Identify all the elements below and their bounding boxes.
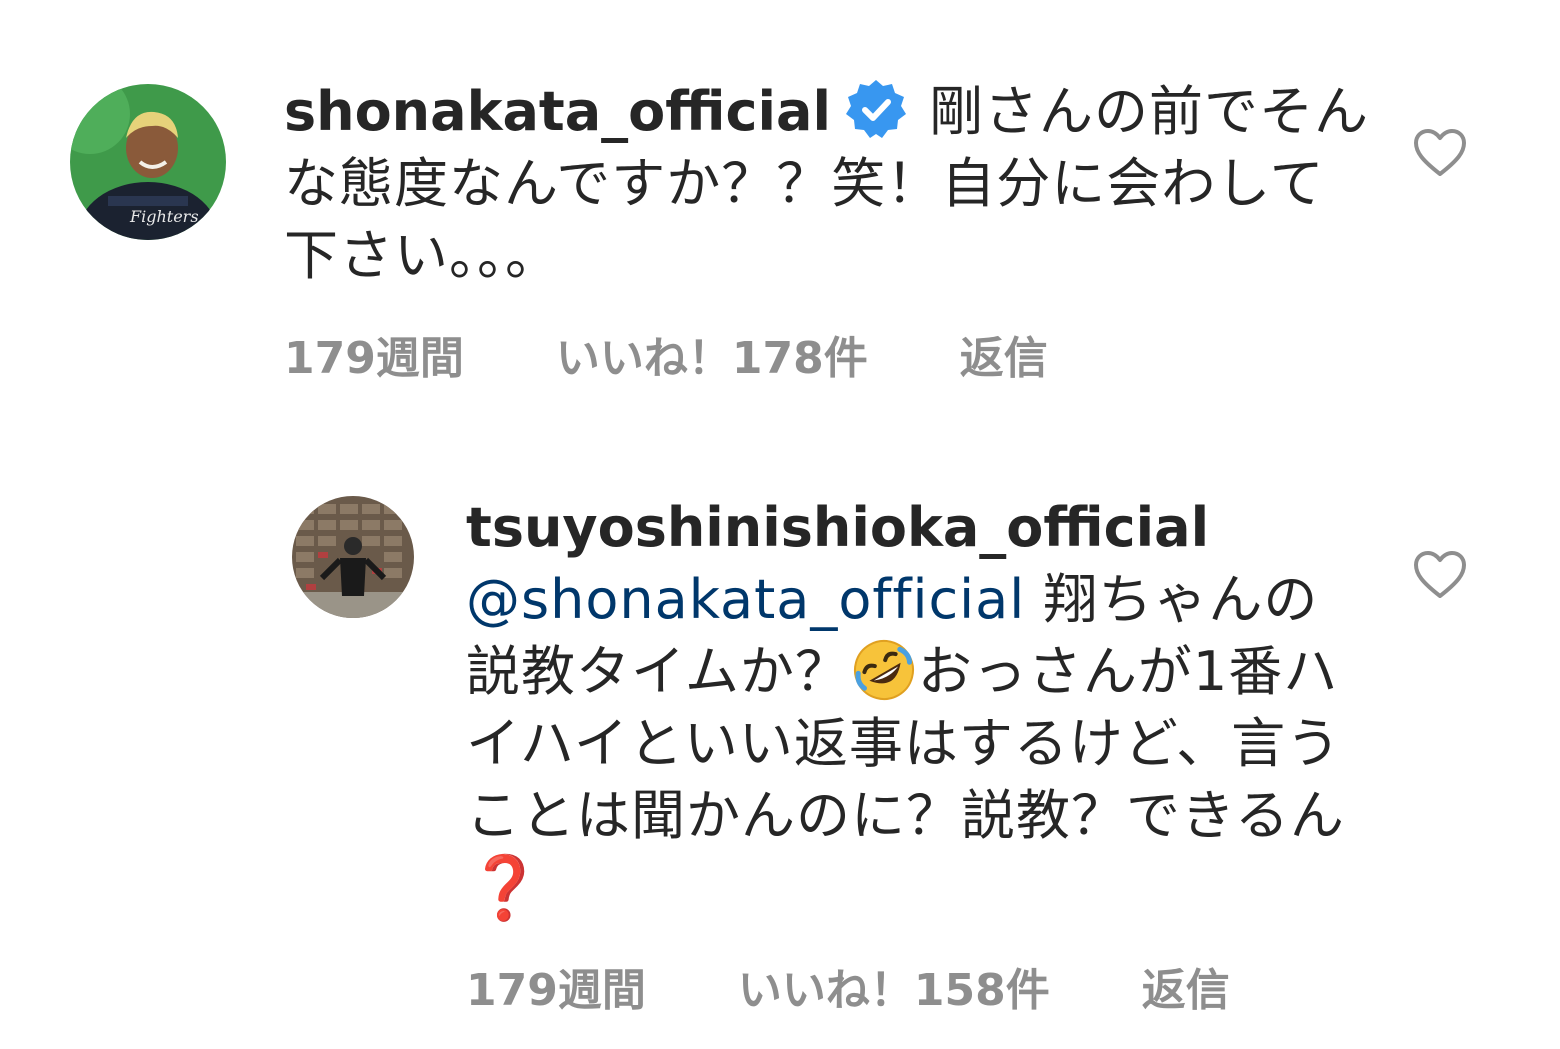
like-button[interactable] [1412,128,1468,178]
profile-photo-icon: Fighters [70,84,226,240]
comment-username[interactable]: shonakata_official [284,80,831,143]
avatar[interactable] [292,496,414,618]
comment-timestamp: 179週間 [284,333,464,384]
heart-outline-icon [1414,129,1466,176]
like-button[interactable] [1412,550,1468,600]
verified-badge-icon [845,80,906,138]
question-mark-emoji: ❓ [466,851,545,924]
rofl-emoji-icon [853,640,914,700]
reply-comment-item: tsuyoshinishioka_official @shonakata_off… [0,420,1560,1049]
comment-item: Fighters shonakata_official 剛さんの前でそんな態度な… [0,0,1560,420]
comment-text: shonakata_official 剛さんの前でそんな態度なんですか？？笑！自… [284,76,1374,292]
reply-button[interactable]: 返信 [960,322,1048,386]
comment-username[interactable]: tsuyoshinishioka_official [466,492,1366,564]
avatar[interactable]: Fighters [70,84,226,240]
profile-photo-icon [292,496,414,618]
comment-meta: 179週間 いいね！158件 返信 [466,954,1230,1018]
svg-text:Fighters: Fighters [129,207,199,226]
likes-count-button[interactable]: いいね！158件 [738,954,1050,1018]
comment-meta: 179週間 いいね！178件 返信 [284,322,1048,386]
reply-button[interactable]: 返信 [1142,954,1230,1018]
heart-outline-icon [1414,551,1466,598]
comment-timestamp: 179週間 [466,965,646,1016]
mention-link[interactable]: @shonakata_official [466,568,1025,631]
likes-count-button[interactable]: いいね！178件 [556,322,868,386]
comment-text: tsuyoshinishioka_official @shonakata_off… [466,492,1366,927]
